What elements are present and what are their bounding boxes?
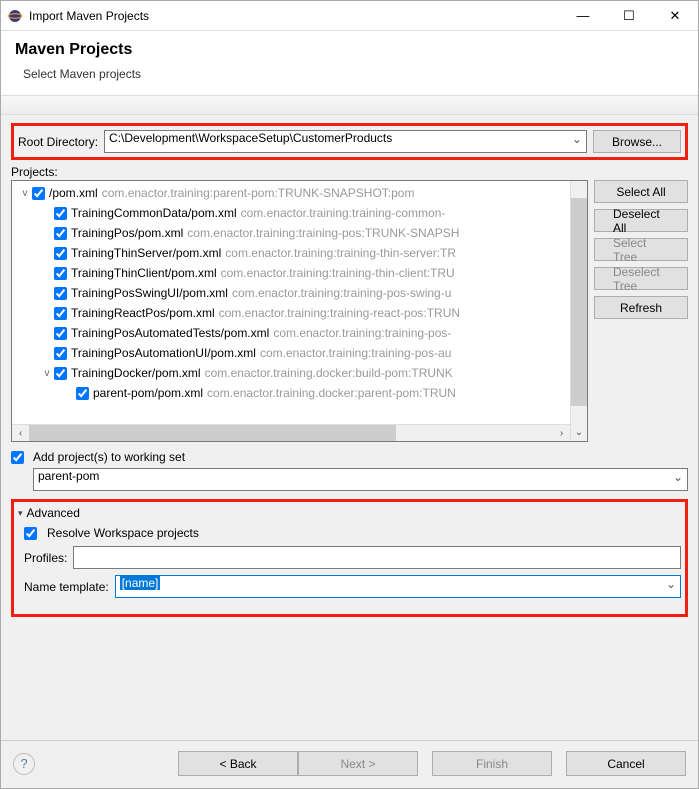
project-name: TrainingReactPos/pom.xml xyxy=(71,306,215,320)
project-checkbox[interactable] xyxy=(32,187,45,200)
project-coords: com.enactor.training:training-common- xyxy=(241,206,446,220)
tree-row[interactable]: TrainingPos/pom.xml com.enactor.training:… xyxy=(14,223,588,243)
project-checkbox[interactable] xyxy=(76,387,89,400)
add-to-working-set-label: Add project(s) to working set xyxy=(33,450,185,464)
tree-row[interactable]: TrainingThinClient/pom.xml com.enactor.tr… xyxy=(14,263,588,283)
project-coords: com.enactor.training:training-react-pos:… xyxy=(219,306,460,320)
select-tree-button[interactable]: Select Tree xyxy=(594,238,688,261)
eclipse-icon xyxy=(7,8,23,24)
project-name: TrainingPosAutomatedTests/pom.xml xyxy=(71,326,269,340)
project-coords: com.enactor.training:training-pos- xyxy=(273,326,451,340)
project-name: TrainingPos/pom.xml xyxy=(71,226,183,240)
project-name: /pom.xml xyxy=(49,186,98,200)
next-button[interactable]: Next > xyxy=(298,751,418,776)
tree-row[interactable]: v/pom.xml com.enactor.training:parent-pom… xyxy=(14,183,588,203)
hscroll-thumb[interactable] xyxy=(29,425,396,442)
project-name: TrainingThinClient/pom.xml xyxy=(71,266,217,280)
titlebar: Import Maven Projects — ☐ ✕ xyxy=(1,1,698,31)
close-button[interactable]: ✕ xyxy=(652,1,698,30)
tree-row[interactable]: TrainingCommonData/pom.xml com.enactor.tr… xyxy=(14,203,588,223)
project-checkbox[interactable] xyxy=(54,227,67,240)
project-coords: com.enactor.training:training-pos-au xyxy=(260,346,451,360)
project-name: TrainingCommonData/pom.xml xyxy=(71,206,237,220)
project-checkbox[interactable] xyxy=(54,247,67,260)
project-coords: com.enactor.training.docker:parent-pom:T… xyxy=(207,386,456,400)
tree-row[interactable]: TrainingPosSwingUI/pom.xml com.enactor.tr… xyxy=(14,283,588,303)
tree-row[interactable]: parent-pom/pom.xml com.enactor.training.d… xyxy=(14,383,588,403)
project-coords: com.enactor.training:training-thin-clien… xyxy=(221,266,455,280)
project-checkbox[interactable] xyxy=(54,327,67,340)
profiles-input[interactable] xyxy=(73,546,681,569)
scroll-right-icon[interactable]: › xyxy=(553,425,570,442)
tree-row[interactable]: TrainingReactPos/pom.xml com.enactor.trai… xyxy=(14,303,588,323)
root-directory-label: Root Directory: xyxy=(18,135,98,149)
back-button[interactable]: < Back xyxy=(178,751,298,776)
root-directory-combo[interactable]: C:\Development\WorkspaceSetup\CustomerPr… xyxy=(104,130,587,153)
scroll-down-icon[interactable]: ⌄ xyxy=(571,424,588,441)
wizard-header: Maven Projects Select Maven projects xyxy=(1,31,698,95)
project-coords: com.enactor.training:parent-pom:TRUNK-SN… xyxy=(102,186,415,200)
project-coords: com.enactor.training:training-pos:TRUNK-… xyxy=(187,226,459,240)
page-title: Maven Projects xyxy=(15,41,684,59)
project-name: parent-pom/pom.xml xyxy=(93,386,203,400)
add-to-working-set-checkbox[interactable] xyxy=(11,451,24,464)
project-coords: com.enactor.training:training-pos-swing-… xyxy=(232,286,451,300)
refresh-button[interactable]: Refresh xyxy=(594,296,688,319)
scroll-up-icon[interactable] xyxy=(571,181,588,198)
root-directory-highlight: Root Directory: C:\Development\Workspace… xyxy=(11,123,688,160)
horizontal-scrollbar[interactable]: ‹ › xyxy=(12,424,570,441)
import-maven-dialog: Import Maven Projects — ☐ ✕ Maven Projec… xyxy=(0,0,699,789)
resolve-workspace-checkbox[interactable] xyxy=(24,527,37,540)
minimize-button[interactable]: — xyxy=(560,1,606,30)
advanced-toggle[interactable]: ▾ Advanced xyxy=(18,506,681,520)
scroll-left-icon[interactable]: ‹ xyxy=(12,425,29,442)
cancel-button[interactable]: Cancel xyxy=(566,751,686,776)
content-area: Root Directory: C:\Development\Workspace… xyxy=(1,115,698,740)
button-bar: ? < Back Next > Finish Cancel xyxy=(1,740,698,788)
advanced-highlight: ▾ Advanced Resolve Workspace projects Pr… xyxy=(11,499,688,617)
working-set-combo[interactable]: parent-pom xyxy=(33,468,688,491)
project-checkbox[interactable] xyxy=(54,347,67,360)
tree-row[interactable]: v TrainingDocker/pom.xml com.enactor.train… xyxy=(14,363,588,383)
vertical-scrollbar[interactable]: ⌄ xyxy=(570,181,587,441)
expander-open-icon[interactable]: v xyxy=(40,368,54,379)
page-subtitle: Select Maven projects xyxy=(23,67,684,81)
expander-open-icon[interactable]: v xyxy=(18,188,32,199)
project-checkbox[interactable] xyxy=(54,267,67,280)
resolve-workspace-label: Resolve Workspace projects xyxy=(47,526,199,540)
project-name: TrainingDocker/pom.xml xyxy=(71,366,201,380)
profiles-label: Profiles: xyxy=(24,551,67,565)
deselect-tree-button[interactable]: Deselect Tree xyxy=(594,267,688,290)
browse-button[interactable]: Browse... xyxy=(593,130,681,153)
tree-row[interactable]: TrainingPosAutomationUI/pom.xml com.enact… xyxy=(14,343,588,363)
project-name: TrainingPosSwingUI/pom.xml xyxy=(71,286,228,300)
project-name: TrainingPosAutomationUI/pom.xml xyxy=(71,346,256,360)
finish-button[interactable]: Finish xyxy=(432,751,552,776)
select-all-button[interactable]: Select All xyxy=(594,180,688,203)
project-coords: com.enactor.training:training-thin-serve… xyxy=(225,246,456,260)
projects-label: Projects: xyxy=(11,165,688,179)
tree-row[interactable]: TrainingPosAutomatedTests/pom.xml com.ena… xyxy=(14,323,588,343)
name-template-combo[interactable]: [name] xyxy=(115,575,681,598)
project-checkbox[interactable] xyxy=(54,367,67,380)
vscroll-thumb[interactable] xyxy=(571,198,588,406)
project-checkbox[interactable] xyxy=(54,287,67,300)
advanced-label: Advanced xyxy=(27,506,80,520)
project-checkbox[interactable] xyxy=(54,307,67,320)
maximize-button[interactable]: ☐ xyxy=(606,1,652,30)
triangle-down-icon: ▾ xyxy=(18,508,23,519)
deselect-all-button[interactable]: Deselect All xyxy=(594,209,688,232)
tree-row[interactable]: TrainingThinServer/pom.xml com.enactor.tr… xyxy=(14,243,588,263)
help-icon[interactable]: ? xyxy=(13,753,35,775)
project-name: TrainingThinServer/pom.xml xyxy=(71,246,221,260)
name-template-label: Name template: xyxy=(24,580,109,594)
window-title: Import Maven Projects xyxy=(29,9,560,23)
project-checkbox[interactable] xyxy=(54,207,67,220)
header-banner xyxy=(1,95,698,115)
project-coords: com.enactor.training.docker:build-pom:TR… xyxy=(205,366,453,380)
projects-tree[interactable]: v/pom.xml com.enactor.training:parent-pom… xyxy=(11,180,588,442)
